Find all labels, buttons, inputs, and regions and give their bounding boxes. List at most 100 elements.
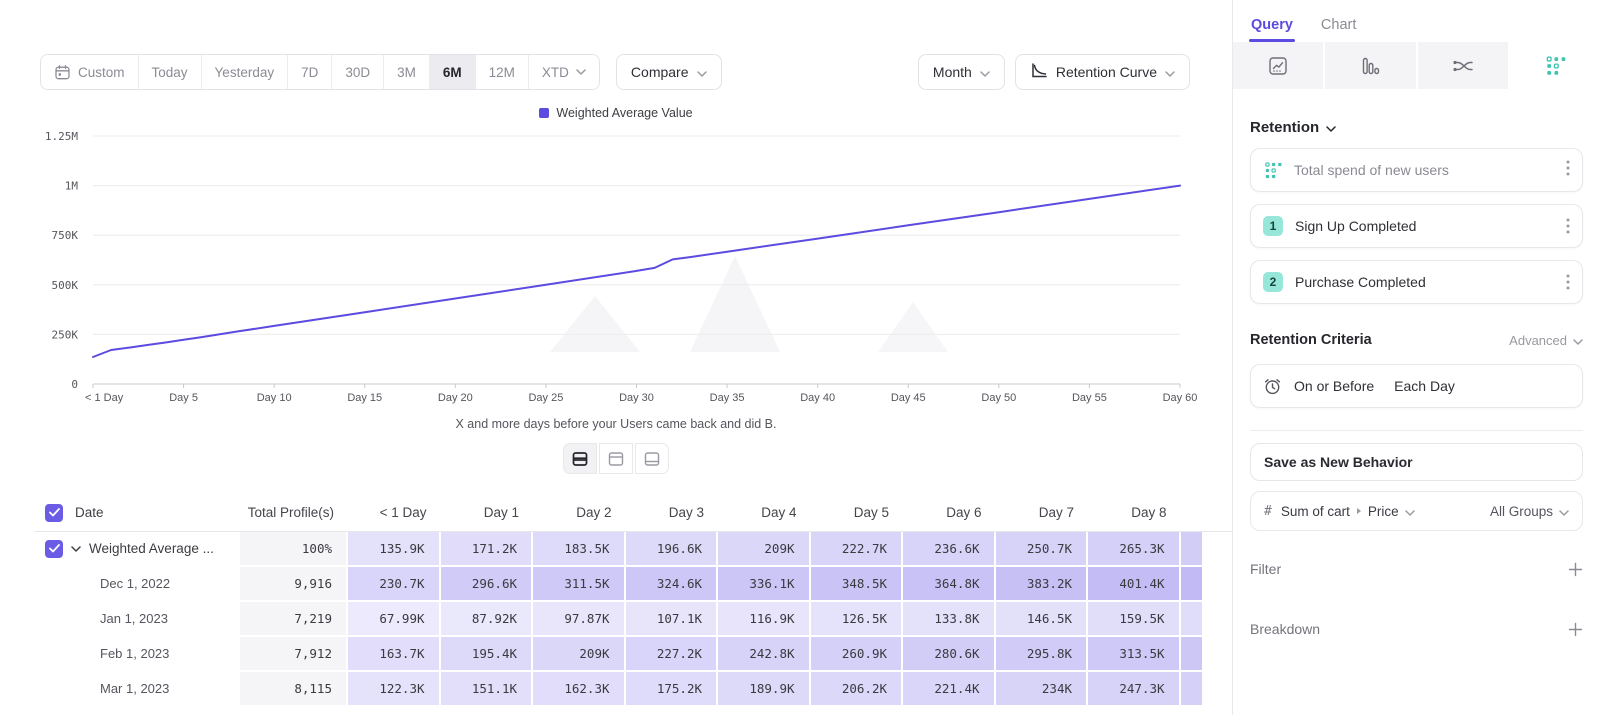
group-dropdown[interactable]: All Groups	[1490, 504, 1569, 519]
range-button-3m[interactable]: 3M	[383, 55, 429, 89]
range-button-30d[interactable]: 30D	[331, 55, 383, 89]
event-step-card[interactable]: 2Purchase Completed	[1250, 260, 1583, 304]
criteria-condition-card[interactable]: On or Before Each Day	[1250, 364, 1583, 408]
app-root: CustomTodayYesterday7D30D3M6M12MXTD Comp…	[0, 0, 1600, 715]
retention-value-cell: 87.92K	[441, 602, 534, 637]
table-row: Jan 1, 20237,21967.99K87.92K97.87K107.1K…	[34, 602, 1232, 637]
measure-property-dropdown[interactable]: Sum of cart Price	[1281, 504, 1415, 519]
chevron-down-icon	[1326, 119, 1336, 136]
table-view-toggle[interactable]	[635, 443, 669, 474]
range-button-7d[interactable]: 7D	[287, 55, 331, 89]
kebab-menu-icon[interactable]	[1566, 160, 1570, 181]
analysis-tab-flows[interactable]	[1418, 42, 1508, 89]
retention-value-cell: 135.9K	[348, 532, 441, 567]
range-button-yesterday[interactable]: Yesterday	[201, 55, 288, 89]
step-number-badge: 2	[1263, 272, 1283, 292]
event-step-card[interactable]: 1Sign Up Completed	[1250, 204, 1583, 248]
column-header--1-day: < 1 Day	[348, 494, 441, 531]
retention-icon	[1544, 55, 1566, 77]
add-filter-button[interactable]	[1568, 562, 1583, 577]
column-header-day-8: Day 8	[1088, 494, 1181, 531]
row-label-date[interactable]: Mar 1, 2023	[34, 672, 240, 707]
criteria-condition-label[interactable]: On or Before	[1294, 378, 1374, 394]
retention-value-cell: 133.8K	[903, 602, 996, 637]
clock-icon	[1263, 377, 1282, 396]
kebab-menu-icon[interactable]	[1566, 218, 1570, 234]
range-button-xtd[interactable]: XTD	[528, 55, 599, 89]
retention-value-cell: 107.1K	[626, 602, 719, 637]
retention-value-cell: 324.6K	[626, 567, 719, 602]
retention-value-cell: 209K	[718, 532, 811, 567]
retention-value-cell: 159.5K	[1088, 602, 1181, 637]
svg-text:Day 45: Day 45	[891, 392, 926, 404]
split-view-toggle[interactable]	[563, 443, 597, 474]
total-profiles-cell: 8,115	[240, 672, 348, 707]
chart-view-toggle[interactable]	[599, 443, 633, 474]
retention-value-cell: 196.6K	[626, 532, 719, 567]
row-label-weighted-average[interactable]: Weighted Average ...	[34, 532, 240, 567]
row-checkbox[interactable]	[45, 540, 63, 558]
chart-type-label: Retention Curve	[1056, 64, 1157, 80]
row-label-date[interactable]: Dec 1, 2022	[34, 567, 240, 602]
retention-value-cell: 265.3K	[1088, 532, 1181, 567]
retention-value-cell-partial	[1181, 567, 1204, 602]
column-header-day-3: Day 3	[626, 494, 719, 531]
retention-value-cell: 260.9K	[811, 637, 904, 672]
retention-value-cell: 146.5K	[996, 602, 1089, 637]
svg-text:Day 25: Day 25	[528, 392, 563, 404]
chart-legend: Weighted Average Value	[0, 106, 1232, 120]
retention-value-cell-partial	[1181, 672, 1204, 707]
row-label-date[interactable]: Jan 1, 2023	[34, 602, 240, 637]
analysis-type-tabs	[1233, 42, 1600, 89]
advanced-dropdown[interactable]: Advanced	[1509, 333, 1583, 348]
total-profiles-cell: 9,916	[240, 567, 348, 602]
retention-value-cell: 280.6K	[903, 637, 996, 672]
select-all-checkbox[interactable]	[45, 504, 63, 522]
range-button-today[interactable]: Today	[138, 55, 201, 89]
criteria-interval-label[interactable]: Each Day	[1394, 378, 1455, 394]
range-button-6m[interactable]: 6M	[429, 55, 475, 89]
table-row: Mar 1, 20238,115122.3K151.1K162.3K175.2K…	[34, 672, 1232, 707]
analysis-tab-funnels[interactable]	[1325, 42, 1415, 89]
funnels-icon	[1359, 55, 1381, 77]
analysis-tab-retention[interactable]	[1510, 42, 1600, 89]
caret-right-icon	[1356, 507, 1362, 515]
event-name: Sign Up Completed	[1295, 218, 1554, 234]
svg-text:250K: 250K	[52, 328, 79, 341]
retention-value-cell: 401.4K	[1088, 567, 1181, 602]
svg-text:Day 35: Day 35	[710, 392, 745, 404]
breakdown-label: Breakdown	[1250, 621, 1320, 637]
column-header-day-2: Day 2	[533, 494, 626, 531]
filter-row: Filter	[1250, 561, 1583, 577]
range-button-custom[interactable]: Custom	[41, 55, 138, 89]
column-header-day-6: Day 6	[903, 494, 996, 531]
add-breakdown-button[interactable]	[1568, 622, 1583, 637]
expand-chevron-icon[interactable]	[71, 546, 81, 552]
retention-value-cell: 162.3K	[533, 672, 626, 707]
tab-query[interactable]: Query	[1251, 17, 1293, 42]
row-label-date[interactable]: Feb 1, 2023	[34, 637, 240, 672]
number-property-icon: #	[1264, 504, 1272, 519]
svg-text:Day 55: Day 55	[1072, 392, 1107, 404]
range-button-12m[interactable]: 12M	[475, 55, 528, 89]
compare-button[interactable]: Compare	[616, 54, 722, 90]
svg-text:Day 15: Day 15	[347, 392, 382, 404]
granularity-button[interactable]: Month	[918, 54, 1005, 90]
retention-value-cell: 221.4K	[903, 672, 996, 707]
kebab-menu-icon[interactable]	[1566, 274, 1570, 290]
svg-text:Day 20: Day 20	[438, 392, 473, 404]
retention-value-cell: 183.5K	[533, 532, 626, 567]
tab-chart[interactable]: Chart	[1321, 17, 1356, 42]
total-profiles-cell: 100%	[240, 532, 348, 567]
save-as-new-behavior-button[interactable]: Save as New Behavior	[1250, 443, 1583, 481]
retention-value-cell: 296.6K	[441, 567, 534, 602]
svg-text:1.25M: 1.25M	[45, 130, 78, 143]
chart-type-button[interactable]: Retention Curve	[1015, 54, 1190, 90]
analysis-tab-insights[interactable]	[1233, 42, 1323, 89]
advanced-label: Advanced	[1509, 333, 1567, 348]
retention-value-cell: 295.8K	[996, 637, 1089, 672]
svg-text:< 1 Day: < 1 Day	[85, 392, 124, 404]
date-range-group: CustomTodayYesterday7D30D3M6M12MXTD	[40, 54, 600, 90]
retention-section-header[interactable]: Retention	[1250, 119, 1583, 136]
behavior-card[interactable]: Total spend of new users	[1250, 148, 1583, 192]
